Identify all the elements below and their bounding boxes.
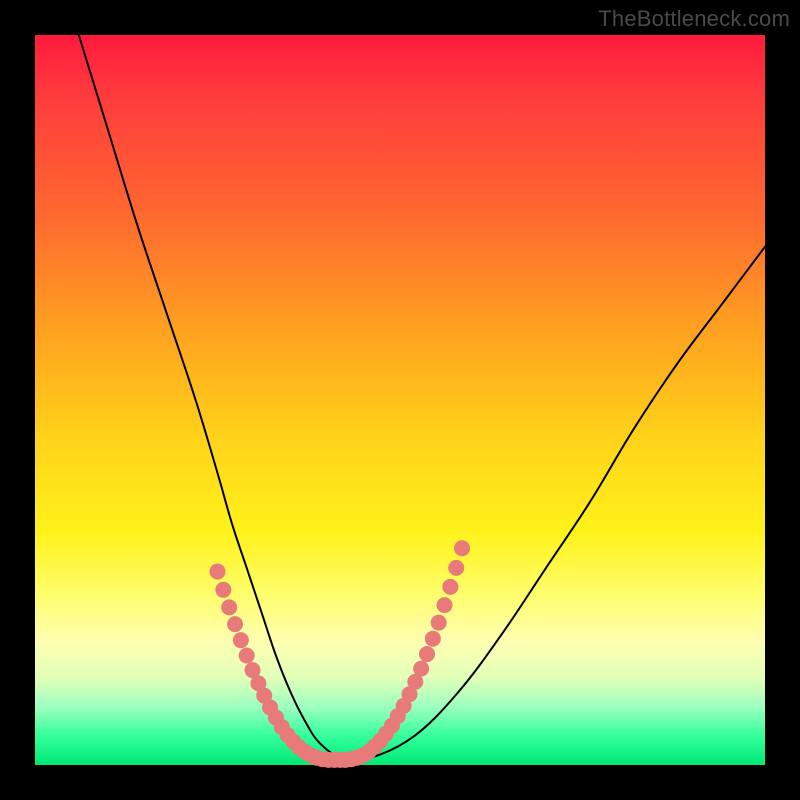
plot-area <box>35 35 765 765</box>
bead-marker <box>454 540 470 556</box>
bead-marker <box>437 597 453 613</box>
bead-marker <box>425 631 441 647</box>
bead-marker <box>221 599 237 615</box>
bead-marker <box>215 582 231 598</box>
bead-marker <box>210 564 226 580</box>
bead-marker <box>419 646 435 662</box>
bead-marker <box>448 560 464 576</box>
outer-frame: TheBottleneck.com <box>0 0 800 800</box>
bead-marker <box>442 579 458 595</box>
bead-marker <box>233 632 249 648</box>
bead-marker <box>227 616 243 632</box>
chart-svg <box>35 35 765 765</box>
bead-marker <box>413 661 429 677</box>
watermark-text: TheBottleneck.com <box>598 6 790 32</box>
bead-marker <box>431 615 447 631</box>
bead-marker <box>239 648 255 664</box>
